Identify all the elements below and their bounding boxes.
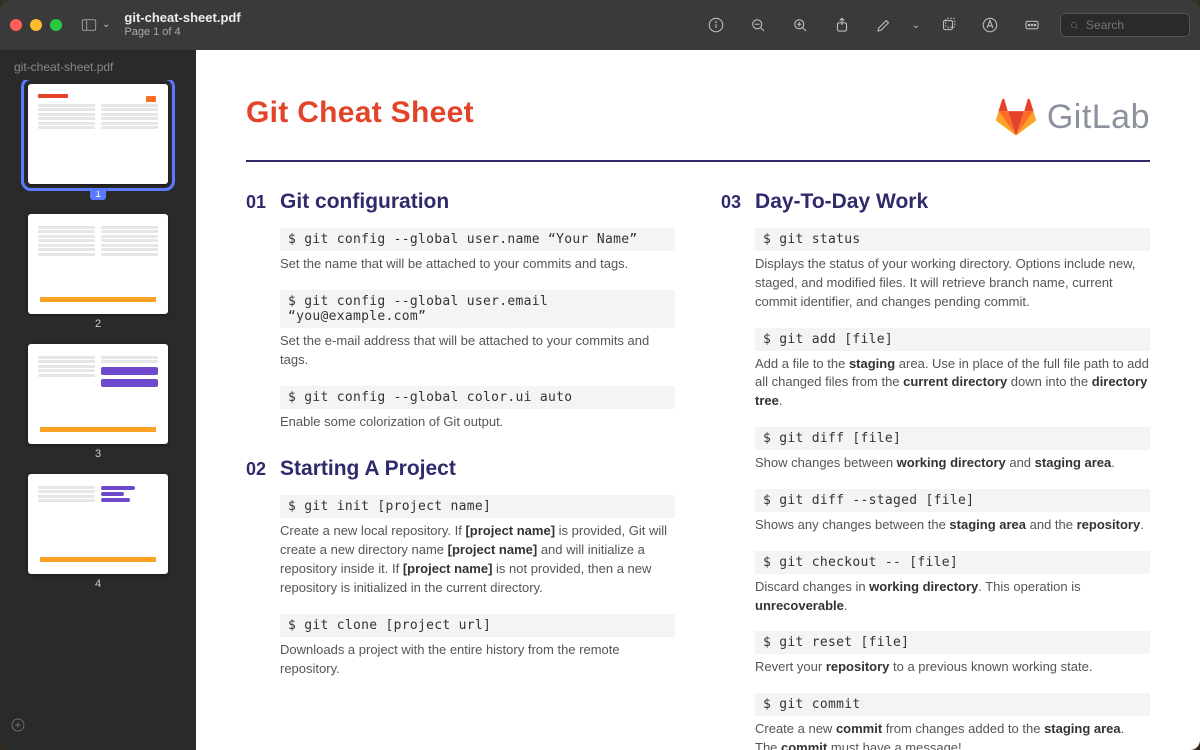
thumbnail-page-3[interactable]: 3 (14, 344, 182, 460)
markup-button[interactable] (976, 11, 1004, 39)
section-title: Starting A Project (280, 457, 456, 481)
command-desc: Show changes between working directory a… (755, 454, 1150, 473)
command-code: $ git config --global user.name “Your Na… (280, 228, 675, 251)
command-code: $ git status (755, 228, 1150, 251)
thumbnail-page-2[interactable]: 2 (14, 214, 182, 330)
entry: $ git config --global user.email “you@ex… (246, 290, 675, 370)
command-code: $ git commit (755, 693, 1150, 716)
entry: $ git init [project name] Create a new l… (246, 495, 675, 597)
minimize-button[interactable] (30, 19, 42, 31)
thumbnail-number: 4 (95, 578, 101, 590)
section-day-to-day-work: 03 Day-To-Day Work $ git status Displays… (721, 190, 1150, 750)
left-column: 01 Git configuration $ git config --glob… (246, 190, 675, 750)
command-code: $ git config --global user.email “you@ex… (280, 290, 675, 328)
thumbnail-page-4[interactable]: 4 (14, 474, 182, 590)
entry: $ git status Displays the status of your… (721, 228, 1150, 312)
info-button[interactable] (702, 11, 730, 39)
command-code: $ git add [file] (755, 328, 1150, 351)
app-window: ⌄ git-cheat-sheet.pdf Page 1 of 4 ⌄ (0, 0, 1200, 750)
command-desc: Revert your repository to a previous kno… (755, 658, 1150, 677)
command-code: $ git clone [project url] (280, 614, 675, 637)
thumbnail-sidebar: git-cheat-sheet.pdf 1 2 3 4 (0, 50, 196, 750)
search-icon (1069, 19, 1080, 32)
brand-logo: GitLab (995, 96, 1150, 138)
section-git-configuration: 01 Git configuration $ git config --glob… (246, 190, 675, 431)
highlight-chevron-icon[interactable]: ⌄ (912, 20, 920, 31)
share-button[interactable] (828, 11, 856, 39)
entry: $ git add [file] Add a file to the stagi… (721, 328, 1150, 412)
section-starting-a-project: 02 Starting A Project $ git init [projec… (246, 457, 675, 678)
command-code: $ git diff [file] (755, 427, 1150, 450)
command-desc: Discard changes in working directory. Th… (755, 578, 1150, 616)
section-title: Git configuration (280, 190, 449, 214)
command-desc: Set the e-mail address that will be atta… (280, 332, 675, 370)
document-title-block: git-cheat-sheet.pdf Page 1 of 4 (124, 11, 240, 39)
command-code: $ git reset [file] (755, 631, 1150, 654)
entry: $ git config --global color.ui auto Enab… (246, 386, 675, 432)
rotate-button[interactable] (934, 11, 962, 39)
command-code: $ git config --global color.ui auto (280, 386, 675, 409)
highlight-button[interactable] (870, 11, 898, 39)
command-desc: Displays the status of your working dire… (755, 255, 1150, 312)
thumbnail-number: 1 (90, 188, 106, 200)
titlebar: ⌄ git-cheat-sheet.pdf Page 1 of 4 ⌄ (0, 0, 1200, 50)
zoom-in-button[interactable] (786, 11, 814, 39)
sidebar-toggle-button[interactable]: ⌄ (80, 16, 110, 34)
command-code: $ git checkout -- [file] (755, 551, 1150, 574)
document-filename: git-cheat-sheet.pdf (124, 11, 240, 26)
thumbnail-list: 1 2 3 4 (0, 80, 196, 711)
entry: $ git diff --staged [file] Shows any cha… (721, 489, 1150, 535)
brand-name: GitLab (1047, 98, 1150, 137)
page-viewport[interactable]: Git Cheat Sheet GitLab (196, 50, 1200, 750)
thumbnail-page-1[interactable]: 1 (14, 84, 182, 200)
entry: $ git checkout -- [file] Discard changes… (721, 551, 1150, 616)
command-desc: Add a file to the staging area. Use in p… (755, 355, 1150, 412)
entry: $ git reset [file] Revert your repositor… (721, 631, 1150, 677)
thumbnail-number: 3 (95, 448, 101, 460)
search-input[interactable] (1086, 18, 1181, 32)
section-title: Day-To-Day Work (755, 190, 928, 214)
command-desc: Enable some colorization of Git output. (280, 413, 675, 432)
window-controls (10, 19, 62, 31)
zoom-out-button[interactable] (744, 11, 772, 39)
command-code: $ git init [project name] (280, 495, 675, 518)
command-desc: Create a new local repository. If [proje… (280, 522, 675, 597)
command-code: $ git diff --staged [file] (755, 489, 1150, 512)
right-column: 03 Day-To-Day Work $ git status Displays… (721, 190, 1150, 750)
command-desc: Downloads a project with the entire hist… (280, 641, 675, 679)
document-title: Git Cheat Sheet (246, 96, 474, 130)
page-canvas: Git Cheat Sheet GitLab (196, 50, 1200, 750)
thumbnail-number: 2 (95, 318, 101, 330)
entry: $ git diff [file] Show changes between w… (721, 427, 1150, 473)
command-desc: Shows any changes between the staging ar… (755, 516, 1150, 535)
add-page-button[interactable] (10, 717, 186, 738)
section-number: 03 (721, 192, 741, 213)
section-number: 01 (246, 192, 266, 213)
command-desc: Create a new commit from changes added t… (755, 720, 1150, 750)
close-button[interactable] (10, 19, 22, 31)
gitlab-icon (995, 96, 1037, 138)
entry: $ git clone [project url] Downloads a pr… (246, 614, 675, 679)
command-desc: Set the name that will be attached to yo… (280, 255, 675, 274)
maximize-button[interactable] (50, 19, 62, 31)
page-counter: Page 1 of 4 (124, 26, 240, 39)
section-number: 02 (246, 459, 266, 480)
chevron-down-icon: ⌄ (102, 19, 110, 30)
search-box[interactable] (1060, 13, 1190, 37)
entry: $ git config --global user.name “Your Na… (246, 228, 675, 274)
entry: $ git commit Create a new commit from ch… (721, 693, 1150, 750)
sidebar-filename: git-cheat-sheet.pdf (0, 60, 196, 80)
form-button[interactable] (1018, 11, 1046, 39)
